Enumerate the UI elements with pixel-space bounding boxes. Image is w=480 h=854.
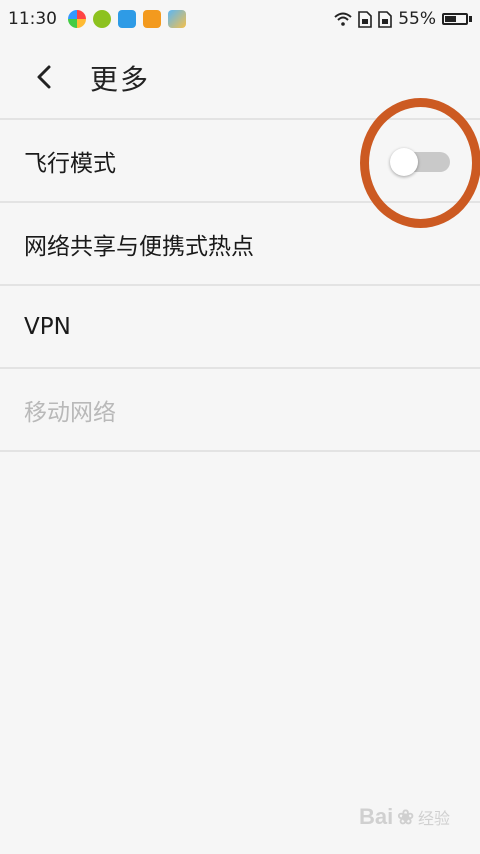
battery-tip: [469, 16, 472, 22]
header: 更多: [0, 38, 480, 118]
battery-percent: 55%: [398, 9, 436, 29]
status-time: 11:30: [8, 9, 57, 29]
settings-list: 飞行模式 网络共享与便携式热点 VPN 移动网络: [0, 118, 480, 452]
app-icon-multicolor: [68, 10, 86, 28]
app-icon-blue-scan: [118, 10, 136, 28]
page-title: 更多: [90, 63, 151, 96]
battery-shell: [442, 13, 468, 25]
settings-item-airplane-mode[interactable]: 飞行模式: [0, 120, 480, 203]
status-bar-left: 11:30: [8, 9, 186, 29]
sim-2-icon: [378, 10, 393, 28]
settings-item-tethering-hotspot[interactable]: 网络共享与便携式热点: [0, 203, 480, 286]
watermark: Bai ❀ 经验: [359, 804, 450, 830]
status-bar: 11:30 55%: [0, 0, 480, 38]
settings-item-label: 移动网络: [24, 399, 116, 426]
app-icon-gallery: [168, 10, 186, 28]
airplane-mode-toggle[interactable]: [390, 148, 450, 176]
settings-item-label: 飞行模式: [24, 150, 116, 177]
status-bar-right: 55%: [334, 9, 472, 29]
settings-item-mobile-network: 移动网络: [0, 369, 480, 452]
watermark-text: Bai: [358, 804, 394, 829]
sim-1-icon: [358, 10, 373, 28]
battery-fill: [445, 16, 456, 22]
settings-item-vpn[interactable]: VPN: [0, 286, 480, 369]
app-icon-orange-search: [143, 10, 161, 28]
chevron-left-icon[interactable]: [30, 62, 60, 92]
wifi-icon: [334, 12, 352, 26]
paw-icon: ❀: [397, 806, 414, 829]
watermark-text-2: 经验: [417, 811, 450, 828]
battery-icon: [442, 13, 472, 25]
toggle-knob: [390, 148, 418, 176]
settings-item-label: 网络共享与便携式热点: [24, 233, 254, 260]
settings-item-label: VPN: [24, 313, 71, 340]
app-icon-green-refresh: [93, 10, 111, 28]
